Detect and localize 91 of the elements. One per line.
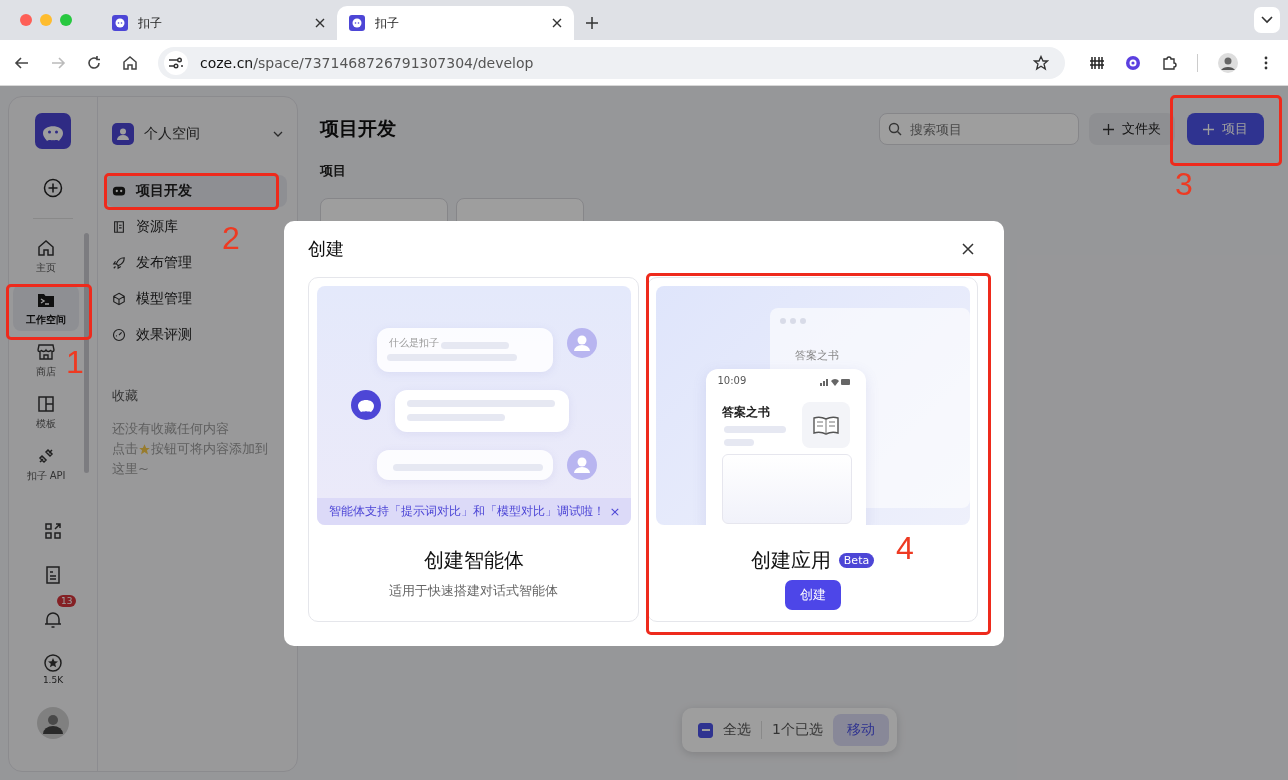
close-tab-icon[interactable] <box>552 18 562 28</box>
sidebar-item[interactable]: 商店 <box>34 337 58 383</box>
new-folder-button[interactable]: 文件夹 <box>1089 113 1175 145</box>
library-icon <box>112 220 126 234</box>
page-title: 项目开发 <box>320 116 397 141</box>
document-icon[interactable] <box>43 565 63 585</box>
create-button[interactable]: 创建 <box>784 580 841 610</box>
bubble-text: 什么是扣子 <box>388 336 439 350</box>
storefront-icon <box>36 341 56 362</box>
nav-item[interactable]: 项目开发 <box>106 175 287 207</box>
plus-icon <box>1203 123 1214 135</box>
bot-logo-icon <box>350 390 381 420</box>
select-all-label: 全选 <box>723 721 751 739</box>
cube-icon <box>112 292 126 306</box>
notification-count: 13 <box>57 595 77 607</box>
home-icon <box>36 237 56 258</box>
annotation-number: 3 <box>1175 168 1193 200</box>
nav-item[interactable]: 模型管理 <box>106 283 200 315</box>
extension-icon[interactable] <box>1125 54 1141 71</box>
back-icon[interactable] <box>14 54 30 71</box>
notification-bell-icon[interactable] <box>43 609 63 629</box>
rocket-icon <box>112 256 126 270</box>
sidebar-item[interactable]: 模板 <box>34 389 58 435</box>
banner-close-button[interactable]: × <box>609 504 621 519</box>
favorites-hint-text: 这里~ <box>112 461 149 476</box>
close-icon[interactable] <box>962 243 974 255</box>
move-button[interactable]: 移动 <box>832 714 889 746</box>
app-logo-icon[interactable] <box>35 113 71 149</box>
sidebar-item[interactable]: 工作空间 <box>13 285 79 331</box>
favorites-empty-text: 还没有收藏任何内容 <box>112 420 230 438</box>
chevron-down-icon <box>1261 16 1273 24</box>
new-tab-icon[interactable] <box>586 17 598 29</box>
annotation-number: 2 <box>222 222 240 254</box>
status-icons <box>819 378 850 386</box>
search-field[interactable]: 搜索项目 <box>879 113 1079 145</box>
placeholder-line <box>723 426 786 433</box>
select-all-checkbox[interactable] <box>698 722 713 738</box>
selected-count: 1个已选 <box>772 721 823 739</box>
browser-tab[interactable]: 扣子 <box>100 6 337 40</box>
tab-search-button[interactable] <box>1254 7 1280 33</box>
dialog-title: 创建 <box>308 237 344 261</box>
bookmark-star-icon[interactable] <box>1033 54 1049 71</box>
reload-icon[interactable] <box>86 54 102 71</box>
profile-avatar[interactable] <box>1218 52 1238 73</box>
user-avatar[interactable] <box>37 707 69 739</box>
space-selector[interactable]: 个人空间 <box>106 121 287 147</box>
banner-text: 智能体支持「提示词对比」和「模型对比」调试啦！ <box>328 504 605 519</box>
sidebar-item[interactable]: 扣子 API <box>24 441 68 487</box>
puzzle-icon[interactable] <box>1161 54 1177 71</box>
layout-icon <box>36 393 56 414</box>
person-icon <box>112 123 134 145</box>
new-project-button[interactable]: 项目 <box>1187 113 1264 145</box>
add-icon[interactable] <box>43 178 63 198</box>
gauge-icon <box>112 328 126 342</box>
status-time: 10:09 <box>717 375 747 386</box>
nav-item[interactable]: 效果评测 <box>106 319 200 351</box>
url-text: coze.cn/space/7371468726791307304/develop <box>200 54 535 71</box>
beta-badge: Beta <box>838 553 875 568</box>
favorites-heading: 收藏 <box>112 387 139 405</box>
plus-icon <box>1103 123 1114 135</box>
card-title: 创建应用 <box>750 547 831 574</box>
bot-icon <box>112 184 126 198</box>
section-label: 项目 <box>320 163 346 178</box>
card-title: 创建智能体 <box>423 547 524 574</box>
nav-item[interactable]: 发布管理 <box>106 247 200 279</box>
mockup-title: 答案之书 <box>794 348 839 363</box>
favicon-icon <box>349 15 365 31</box>
user-avatar-icon <box>566 450 597 480</box>
extension-icon[interactable] <box>1089 54 1105 71</box>
sidebar-item[interactable]: 主页 <box>34 233 58 279</box>
star-badge-icon[interactable] <box>43 653 63 673</box>
annotation-number: 4 <box>896 532 914 564</box>
book-icon <box>812 415 839 435</box>
browser-tab[interactable]: 扣子 <box>337 6 574 40</box>
create-option-card[interactable]: 什么是扣子 智能体支持「提示词对比」和「模型对比」调试啦！ × 创建智能体 适用于快速搭建对话式智能体 <box>308 277 639 622</box>
favicon-icon <box>112 15 128 31</box>
mockup-title: 答案之书 <box>721 404 770 421</box>
nav-item[interactable]: 资源库 <box>106 211 186 243</box>
favorites-hint-text: 按钮可将内容添加到 <box>151 440 268 458</box>
chevron-down-icon <box>273 131 283 137</box>
card-description: 适用于快速搭建对话式智能体 <box>389 582 558 600</box>
star-icon <box>138 442 151 456</box>
site-settings-icon[interactable] <box>169 56 183 69</box>
placeholder-line <box>723 439 754 446</box>
address-bar[interactable]: coze.cn/space/7371468726791307304/develop <box>158 46 1065 79</box>
annotation-number: 1 <box>66 346 84 378</box>
apps-icon[interactable] <box>43 521 63 541</box>
home-icon[interactable] <box>122 54 138 71</box>
user-avatar-icon <box>566 328 597 358</box>
star-count: 1.5K <box>42 675 64 685</box>
close-tab-icon[interactable] <box>315 18 325 28</box>
